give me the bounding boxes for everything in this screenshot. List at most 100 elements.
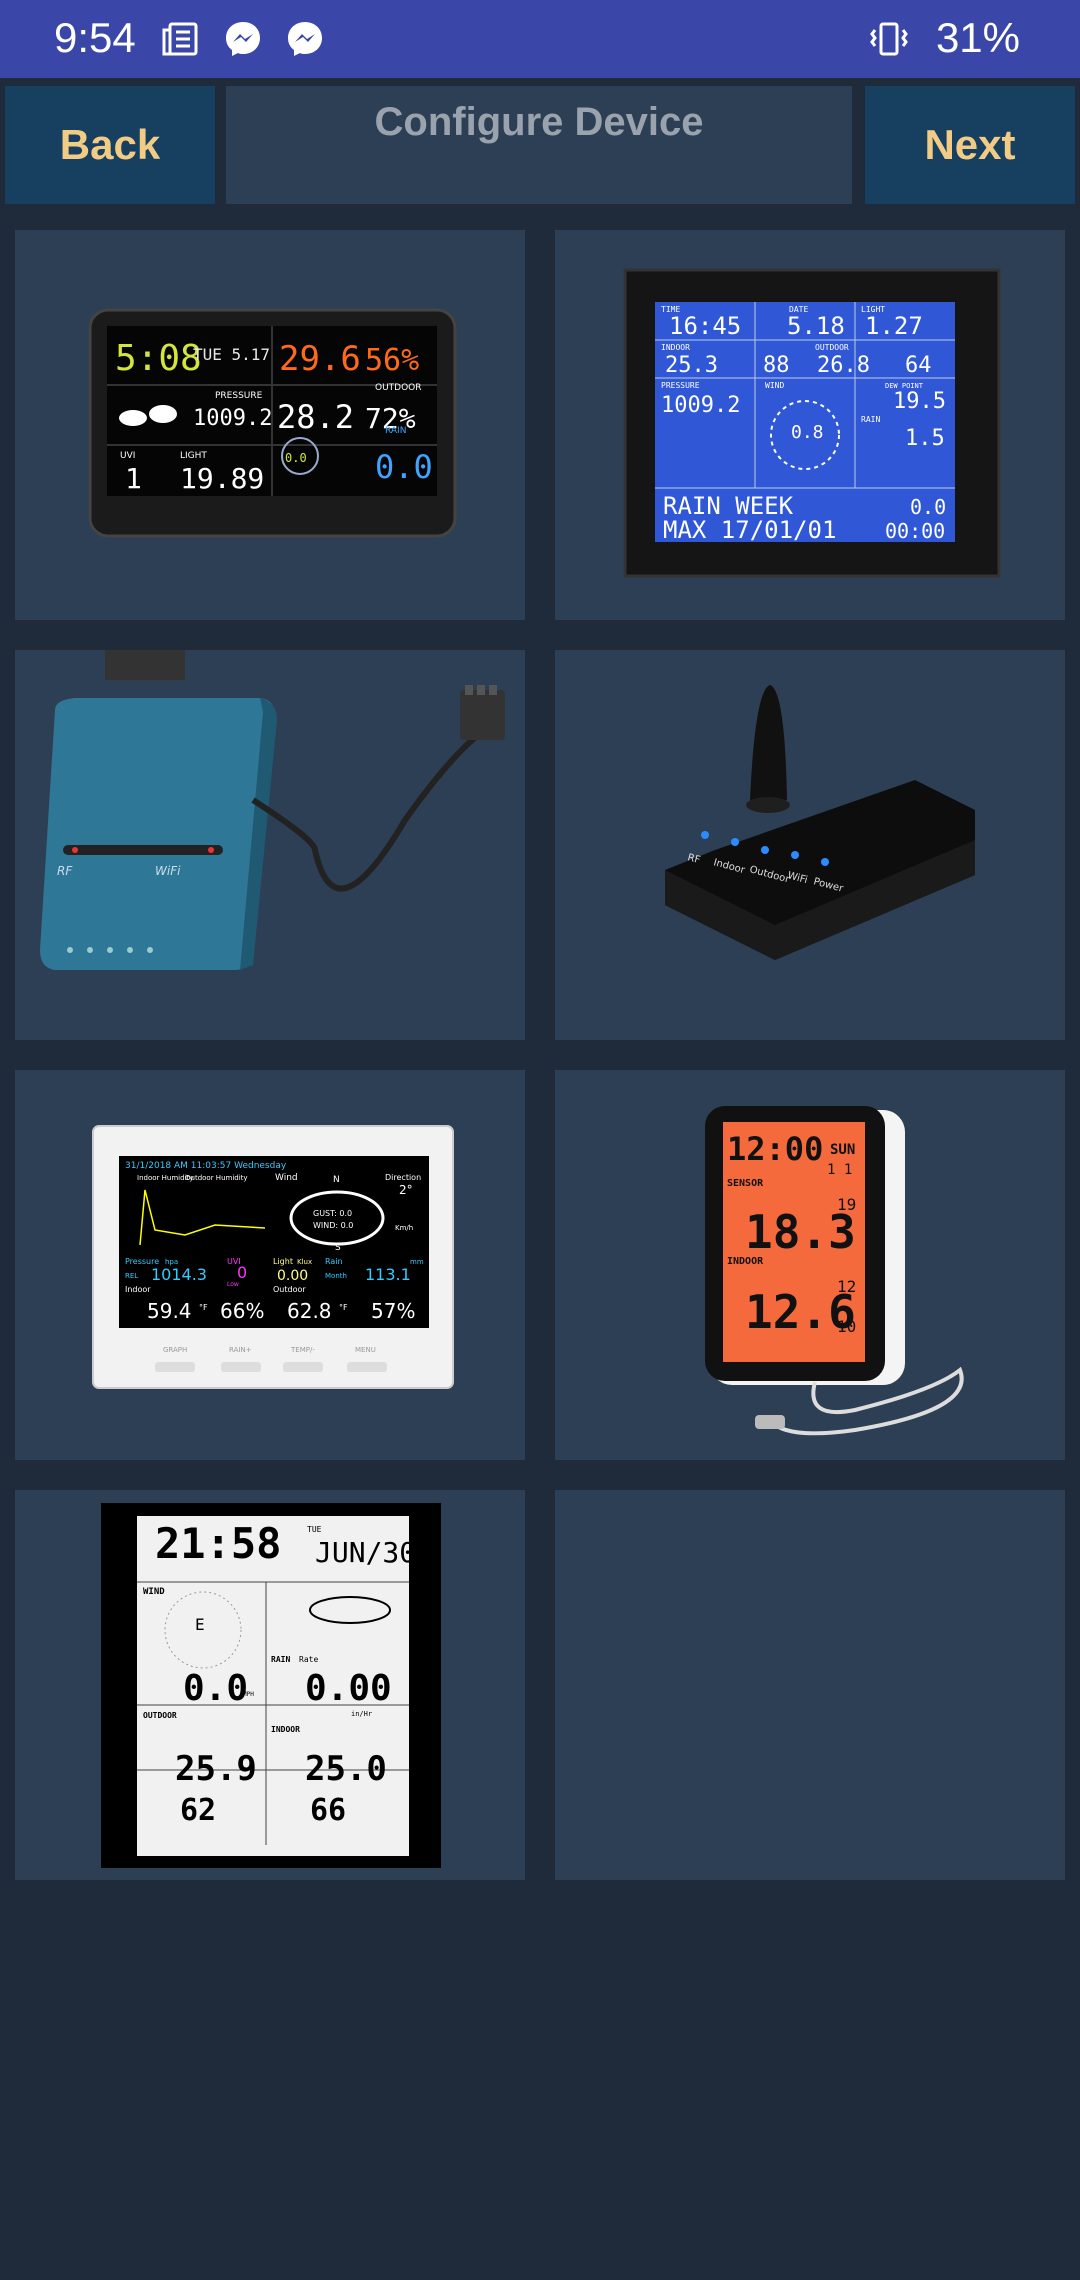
wind-value: 0.8: [791, 422, 824, 443]
rain-week-value: 0.0: [910, 495, 946, 519]
light-value: 19.89: [180, 462, 264, 495]
indoor-humidity: 88: [763, 353, 790, 378]
lcd-time: 16:45: [669, 312, 741, 340]
graph-key-label: GRAPH: [163, 1346, 187, 1354]
rain-label: RAIN: [861, 415, 880, 424]
indoor-extra: 10: [837, 1317, 856, 1336]
monochrome-lcd-console-image: 21:58 TUE JUN/30 WIND E 0.0 MPH RAIN Rat…: [101, 1503, 441, 1868]
wind-label: WIND: [143, 1587, 165, 1597]
messenger-icon: [226, 22, 260, 56]
rf-label: RF: [57, 864, 73, 878]
outdoor-label: OUTDOOR: [375, 383, 422, 393]
rain-label: RAIN: [271, 1655, 290, 1664]
header: Back Configure Device Next: [0, 78, 1080, 212]
lcd-pressure: 1009.2: [661, 393, 740, 418]
rain-value: 1.5: [905, 426, 945, 451]
lcd-date: 5.18: [787, 312, 845, 340]
month-label: Month: [325, 1272, 347, 1280]
indoor-label: INDOOR: [727, 1256, 764, 1267]
rel-label: REL: [125, 1272, 138, 1280]
pressure-label: PRESSURE: [661, 381, 700, 390]
indoor-temp: 25.3: [665, 353, 718, 378]
device-tile-orange-lcd-sensor[interactable]: 12:00 SUN 1 1 SENSOR 18.3 19 INDOOR 12.6…: [555, 1070, 1065, 1460]
rain-unit: mm: [410, 1258, 424, 1266]
sensor-date: 1 1: [827, 1162, 852, 1178]
indoor-temp-unit: °F: [199, 1303, 208, 1312]
dew-point-value: 19.5: [893, 389, 946, 414]
status-bar: 9:54 31%: [0, 0, 1080, 78]
battery-percent: 31%: [935, 14, 1020, 61]
temp-key-label: TEMP/-: [290, 1346, 315, 1354]
outdoor-temp: 26.8: [817, 353, 870, 378]
outdoor-humidity-label: Outdoor Humidity: [185, 1174, 248, 1182]
messenger-icon: [288, 22, 322, 56]
outdoor-temp: 25.9: [175, 1749, 257, 1789]
indoor-temp: 29.6: [279, 339, 361, 379]
device-tile-blue-lcd-console[interactable]: TIME DATE LIGHT 16:45 5.18 1.27 INDOOR O…: [555, 230, 1065, 620]
rain-unit: in/Hr: [351, 1710, 372, 1718]
news-icon: [162, 22, 198, 56]
outdoor-temp: 62.8: [287, 1299, 332, 1323]
next-button[interactable]: Next: [865, 86, 1075, 204]
rain-value: 0.0: [375, 448, 433, 486]
uvi-low-label: Low: [227, 1281, 239, 1288]
device-tile-monochrome-lcd-console[interactable]: 21:58 TUE JUN/30 WIND E 0.0 MPH RAIN Rat…: [15, 1490, 525, 1880]
indoor-label: INDOOR: [271, 1725, 300, 1734]
light-value: 0.00: [277, 1268, 308, 1284]
gust-value: GUST: 0.0: [313, 1209, 352, 1218]
white-tft-console-image: 31/1/2018 AM 11:03:57 Wednesday Indoor H…: [92, 1125, 454, 1389]
outdoor-temp: 28.2: [277, 398, 354, 436]
indoor-humidity: 56%: [365, 343, 419, 378]
vibrate-icon: [870, 22, 908, 56]
indoor-humidity: 12: [837, 1277, 856, 1296]
uvi-value: 1: [125, 462, 142, 495]
uvi-value: 0: [237, 1263, 247, 1282]
outdoor-label: OUTDOOR: [815, 343, 849, 352]
back-button[interactable]: Back: [5, 86, 215, 204]
indoor-temp: 25.0: [305, 1749, 387, 1789]
orange-lcd-sensor-image: 12:00 SUN 1 1 SENSOR 18.3 19 INDOOR 12.6…: [705, 1106, 964, 1436]
outdoor-label: OUTDOOR: [143, 1711, 177, 1720]
sensor-label: SENSOR: [727, 1178, 764, 1189]
pressure-value: 1009.2: [193, 406, 272, 431]
light-label: Light: [273, 1257, 293, 1266]
lcd-light: 1.27: [865, 312, 923, 340]
device-tile-wifi-gateway[interactable]: RF WiFi: [15, 650, 525, 1040]
light-unit: Klux: [297, 1258, 312, 1266]
color-console-image: 5:08 TUE 5.17 29.6 56% PRESSURE 1009.2 O…: [88, 308, 457, 538]
light-label: LIGHT: [180, 451, 207, 461]
wind-value: 0.0: [183, 1668, 248, 1709]
status-time: 9:54: [54, 14, 136, 61]
max-time: 00:00: [885, 519, 945, 543]
wind-value: 0.0: [285, 451, 307, 465]
rain-label: Rain: [325, 1257, 343, 1266]
indoor-label: Indoor: [125, 1285, 151, 1294]
console-date: TUE 5.17: [193, 345, 270, 364]
wifi-gateway-image: RF WiFi: [40, 650, 505, 970]
device-tile-black-gateway[interactable]: RF Indoor Outdoor WiFi Power: [555, 650, 1065, 1040]
rain-key-label: RAIN+: [229, 1346, 252, 1354]
mono-day: TUE: [307, 1525, 322, 1534]
outdoor-humidity: 62: [180, 1793, 216, 1828]
pressure-value: 1014.3: [151, 1265, 207, 1284]
outdoor-label: Outdoor: [273, 1285, 306, 1294]
wind-value: WIND: 0.0: [313, 1221, 353, 1230]
menu-key-label: MENU: [355, 1346, 376, 1354]
blue-lcd-console-image: TIME DATE LIGHT 16:45 5.18 1.27 INDOOR O…: [623, 268, 1001, 578]
wind-unit: Km/h: [395, 1224, 413, 1232]
device-tile-color-console[interactable]: 5:08 TUE 5.17 29.6 56% PRESSURE 1009.2 O…: [15, 230, 525, 620]
page-title: Configure Device: [374, 100, 704, 144]
device-tile-white-tft-console[interactable]: 31/1/2018 AM 11:03:57 Wednesday Indoor H…: [15, 1070, 525, 1460]
indoor-label: INDOOR: [661, 343, 690, 352]
pressure-label: PRESSURE: [215, 391, 263, 401]
wind-direction: E: [195, 1615, 205, 1634]
north-label: N: [333, 1175, 340, 1185]
console-time: 5:08: [115, 338, 202, 379]
indoor-humidity: 66: [310, 1793, 346, 1828]
wind-label: WIND: [765, 381, 784, 390]
outdoor-humidity: 57%: [371, 1299, 415, 1323]
outdoor-temp-unit: °F: [339, 1303, 348, 1312]
rain-rate-label: Rate: [299, 1655, 318, 1664]
rain-value: 113.1: [365, 1265, 411, 1284]
black-gateway-image: RF Indoor Outdoor WiFi Power: [665, 685, 975, 960]
